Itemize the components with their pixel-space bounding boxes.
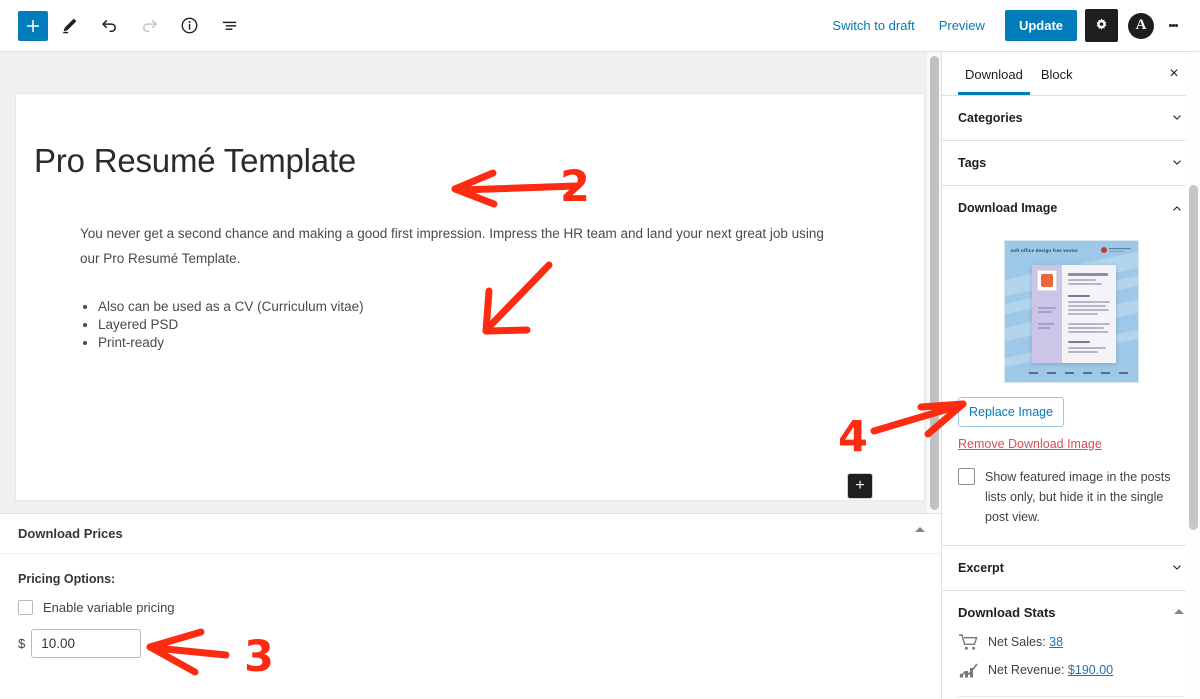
editor-scrollbar-track[interactable]: [926, 52, 941, 513]
panel-tags-header[interactable]: Tags: [942, 141, 1200, 185]
post-paragraph[interactable]: You never get a second chance and making…: [80, 221, 836, 271]
panel-categories-title: Categories: [958, 111, 1023, 125]
page-title[interactable]: Pro Resumé Template: [34, 142, 356, 180]
replace-image-button[interactable]: Replace Image: [958, 397, 1065, 427]
panel-download-image: Download Image soft office design free v…: [942, 186, 1200, 546]
redo-icon[interactable]: [130, 8, 168, 44]
post-bullet-list[interactable]: Also can be used as a CV (Curriculum vit…: [80, 299, 836, 351]
annotation-number-3: 3: [244, 632, 274, 682]
panel-download-image-body: soft office design free vector Replace I…: [942, 230, 1200, 545]
panel-download-image-header[interactable]: Download Image: [942, 186, 1200, 230]
enable-variable-pricing-checkbox[interactable]: [18, 600, 33, 615]
undo-icon[interactable]: [90, 8, 128, 44]
net-sales-value[interactable]: 38: [1049, 635, 1063, 649]
gear-icon[interactable]: [1085, 9, 1118, 42]
download-prices-metabox: Download Prices Pricing Options: Enable …: [0, 513, 941, 699]
panel-tags-title: Tags: [958, 156, 987, 170]
net-revenue-row: Net Revenue: $190.00: [942, 656, 1200, 684]
panel-download-image-title: Download Image: [958, 201, 1058, 215]
list-view-icon[interactable]: [210, 8, 248, 44]
avatar-initial: A: [1135, 17, 1147, 33]
annotation-number-4: 4: [838, 412, 868, 462]
enable-variable-pricing-label: Enable variable pricing: [43, 600, 175, 615]
thumbnail-footer: [1028, 372, 1128, 374]
editor-scrollbar-thumb[interactable]: [930, 56, 939, 510]
editor-canvas: Pro Resumé Template You never get a seco…: [0, 52, 941, 513]
net-revenue-label: Net Revenue:: [988, 663, 1065, 677]
net-sales-label: Net Sales:: [988, 635, 1046, 649]
switch-to-draft-button[interactable]: Switch to draft: [820, 12, 926, 39]
panel-excerpt-header[interactable]: Excerpt: [942, 546, 1200, 590]
chevron-down-icon[interactable]: [1170, 156, 1184, 170]
sidebar-tabs: Download Block ×: [942, 52, 1200, 96]
currency-symbol: $: [18, 636, 26, 651]
net-sales-text: Net Sales: 38: [988, 635, 1063, 649]
toolbar-left-group: [0, 8, 248, 44]
metabox-header[interactable]: Download Prices: [0, 514, 941, 554]
panel-categories-header[interactable]: Categories: [942, 96, 1200, 140]
metabox-title: Download Prices: [18, 526, 123, 541]
metabox-body: Pricing Options: Enable variable pricing…: [0, 554, 941, 676]
thumbnail-page: [1031, 265, 1116, 363]
wordpress-block-editor: Switch to draft Preview Update A Pro Res…: [0, 0, 1200, 699]
net-revenue-text: Net Revenue: $190.00: [988, 663, 1113, 677]
remove-download-image-link[interactable]: Remove Download Image: [958, 437, 1184, 451]
sidebar-scrollbar-thumb[interactable]: [1189, 185, 1198, 530]
shopping-cart-icon: [959, 634, 978, 650]
collapse-triangle-icon[interactable]: [1174, 609, 1184, 614]
chevron-down-icon[interactable]: [1170, 111, 1184, 125]
price-input[interactable]: [31, 629, 142, 658]
settings-sidebar: Download Block × Categories Tags Downloa…: [941, 52, 1200, 699]
chevron-down-icon[interactable]: [1170, 561, 1184, 575]
block-appender-icon[interactable]: +: [848, 474, 872, 498]
panel-categories: Categories: [942, 96, 1200, 141]
chevron-up-icon[interactable]: [1170, 201, 1184, 215]
bar-chart-icon: [959, 663, 978, 678]
kebab-menu-icon[interactable]: [1158, 8, 1188, 44]
preview-button[interactable]: Preview: [927, 12, 997, 39]
panel-excerpt-title: Excerpt: [958, 561, 1004, 575]
download-image-thumbnail[interactable]: soft office design free vector: [1003, 240, 1139, 383]
post-content-card[interactable]: Pro Resumé Template You never get a seco…: [15, 93, 925, 501]
collapse-triangle-icon[interactable]: [915, 527, 925, 532]
net-revenue-value[interactable]: $190.00: [1068, 663, 1113, 677]
price-row: $: [18, 629, 923, 658]
list-item[interactable]: Print-ready: [98, 335, 836, 352]
toolbar-right-group: Switch to draft Preview Update A: [820, 8, 1200, 44]
list-item[interactable]: Also can be used as a CV (Curriculum vit…: [98, 299, 836, 316]
update-button[interactable]: Update: [1004, 10, 1077, 41]
featured-image-option-row[interactable]: Show featured image in the posts lists o…: [958, 467, 1184, 527]
net-sales-row: Net Sales: 38: [942, 628, 1200, 656]
annotation-number-2: 2: [560, 162, 590, 212]
tab-download[interactable]: Download: [956, 54, 1032, 95]
panel-excerpt: Excerpt: [942, 546, 1200, 591]
panel-tags: Tags: [942, 141, 1200, 186]
sidebar-scrollbar-track[interactable]: [1186, 52, 1200, 699]
pricing-options-label: Pricing Options:: [18, 572, 116, 586]
thumbnail-caption: soft office design free vector: [1010, 248, 1079, 253]
download-image-thumbnail-wrap: soft office design free vector: [958, 240, 1184, 383]
panel-download-stats: Download Stats Net Sales: 38 Net Revenue…: [942, 591, 1200, 699]
post-body: You never get a second chance and making…: [80, 221, 836, 352]
show-featured-image-checkbox[interactable]: [958, 468, 975, 485]
thumbnail-logo-icon: [1100, 247, 1131, 253]
tab-block[interactable]: Block: [1032, 54, 1082, 94]
block-inserter-icon[interactable]: [18, 10, 48, 41]
show-featured-image-label: Show featured image in the posts lists o…: [985, 470, 1171, 524]
download-stats-title: Download Stats: [958, 605, 1056, 620]
editor-top-toolbar: Switch to draft Preview Update A: [0, 0, 1200, 52]
avatar[interactable]: A: [1128, 12, 1154, 39]
edit-pencil-icon[interactable]: [50, 8, 88, 44]
list-item[interactable]: Layered PSD: [98, 317, 836, 334]
details-info-icon[interactable]: [170, 8, 208, 44]
enable-variable-pricing-row[interactable]: Enable variable pricing: [18, 600, 923, 615]
download-stats-header[interactable]: Download Stats: [942, 591, 1200, 628]
close-icon[interactable]: ×: [1162, 62, 1186, 86]
